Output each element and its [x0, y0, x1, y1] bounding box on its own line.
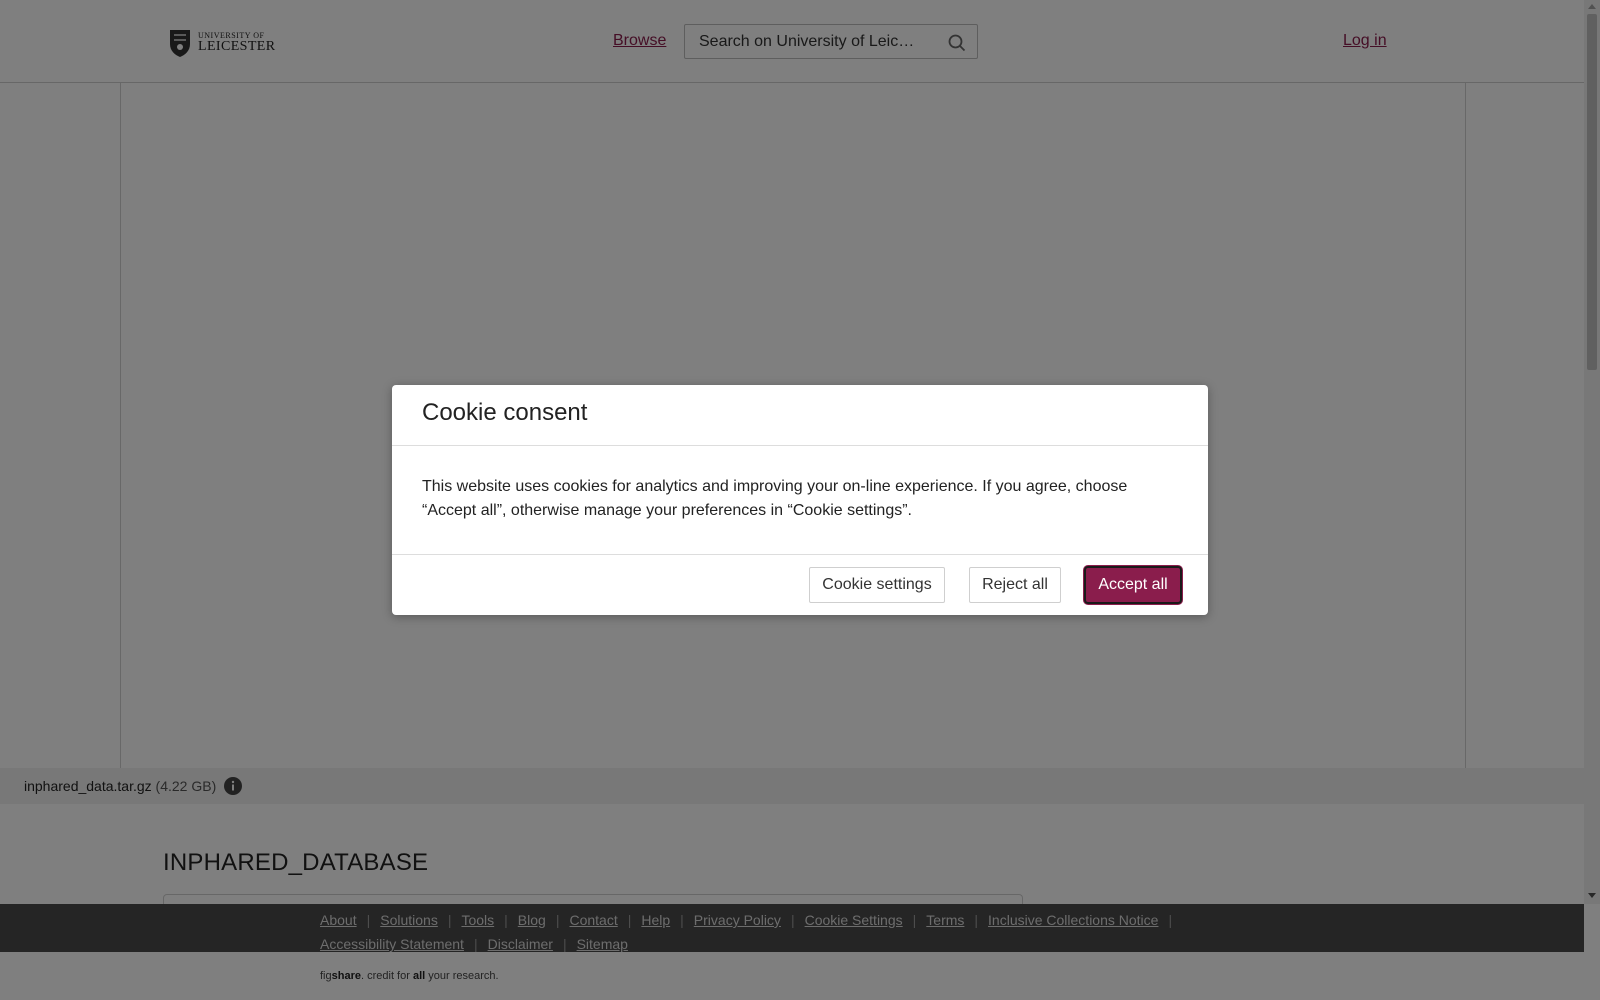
dialog-title: Cookie consent — [422, 399, 588, 426]
dialog-body-text: This website uses cookies for analytics … — [422, 478, 1128, 519]
cookie-consent-dialog: Cookie consent This website uses cookies… — [392, 385, 1208, 615]
dialog-footer: Cookie settings Reject all Accept all — [392, 554, 1208, 616]
reject-all-button[interactable]: Reject all — [969, 567, 1061, 603]
dialog-header: Cookie consent — [392, 385, 1208, 446]
cookie-settings-button[interactable]: Cookie settings — [809, 567, 945, 603]
accept-all-button[interactable]: Accept all — [1084, 566, 1182, 604]
